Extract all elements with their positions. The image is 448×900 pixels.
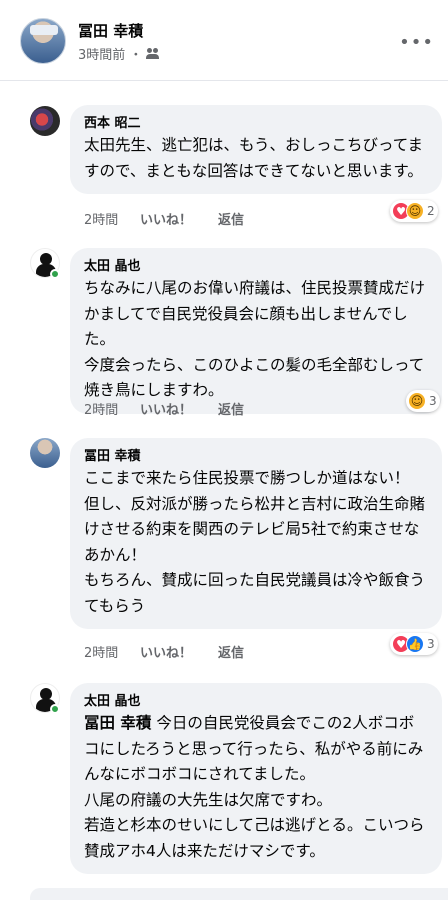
avatar[interactable]: [30, 106, 60, 136]
comment-bubble: 冨田 幸積 ここまで来たら住民投票で勝つしか道はない！ 但し、反対派が勝ったら松…: [70, 438, 442, 629]
like-button[interactable]: いいね！: [140, 399, 218, 418]
header-divider: [0, 80, 448, 81]
post-meta: 3時間前 ・: [78, 44, 160, 63]
reply-button[interactable]: 返信: [218, 642, 244, 661]
post-time[interactable]: 3時間前 ・: [78, 44, 142, 63]
comment-text: ちなみに八尾のお偉い府議は、住民投票賛成だけかましてで自民党役員会に顔も出しませ…: [84, 279, 426, 399]
commenter-name[interactable]: 太田 晶也: [84, 258, 428, 276]
comment-text: ここまで来たら住民投票で勝つしか道はない！ 但し、反対派が勝ったら松井と吉村に政…: [84, 469, 426, 615]
next-comment-preview: [30, 888, 448, 900]
post-header: 冨田 幸積 3時間前 ・ •••: [0, 0, 448, 80]
reaction-count: 3: [429, 394, 437, 408]
more-options-icon[interactable]: •••: [399, 32, 434, 53]
comment-time[interactable]: 2時間: [84, 642, 140, 661]
author-name[interactable]: 冨田 幸積: [78, 20, 143, 41]
comment-body: 今日の自民党役員会でこの2人ボコボコにしたろうと思って行ったら、私がやる前にみん…: [84, 714, 425, 860]
reaction-count: 3: [427, 637, 435, 651]
reply-button[interactable]: 返信: [218, 399, 244, 418]
like-button[interactable]: いいね！: [140, 642, 218, 661]
comment-text: 太田先生、逃亡犯は、もう、おしっこちびってますので、まともな回答はできてないと思…: [84, 136, 423, 180]
reactions-badge[interactable]: ♥ ☺ 2: [390, 200, 438, 222]
comment-actions: 2時間 いいね！ 返信: [84, 642, 244, 661]
comment-bubble: 太田 晶也 ちなみに八尾のお偉い府議は、住民投票賛成だけかましてで自民党役員会に…: [70, 248, 442, 414]
comment-time[interactable]: 2時間: [84, 209, 140, 228]
like-reaction-icon: 👍: [406, 635, 424, 653]
comment-actions: 2時間 いいね！ 返信: [84, 209, 244, 228]
author-avatar[interactable]: [20, 18, 66, 64]
haha-reaction-icon: ☺: [406, 202, 424, 220]
commenter-name[interactable]: 太田 晶也: [84, 693, 428, 711]
avatar[interactable]: [30, 438, 60, 468]
friends-icon: [146, 48, 160, 59]
comment-actions: 2時間 いいね！ 返信: [84, 399, 244, 418]
online-status-icon: [50, 704, 60, 714]
reactions-badge[interactable]: ♥ 👍 3: [390, 633, 438, 655]
online-status-icon: [50, 269, 60, 279]
reactions-badge[interactable]: ☺ 3: [406, 390, 440, 412]
comment-bubble: 西本 昭二 太田先生、逃亡犯は、もう、おしっこちびってますので、まともな回答はで…: [70, 105, 442, 194]
reaction-count: 2: [427, 204, 435, 218]
haha-reaction-icon: ☺: [408, 392, 426, 410]
comment-time[interactable]: 2時間: [84, 399, 140, 418]
commenter-name[interactable]: 西本 昭二: [84, 115, 428, 133]
mention-tag[interactable]: 冨田 幸積: [84, 714, 151, 732]
commenter-name[interactable]: 冨田 幸積: [84, 448, 428, 466]
like-button[interactable]: いいね！: [140, 209, 218, 228]
reply-button[interactable]: 返信: [218, 209, 244, 228]
comment-text: 冨田 幸積 今日の自民党役員会でこの2人ボコボコにしたろうと思って行ったら、私が…: [84, 711, 428, 864]
comment-bubble: 太田 晶也 冨田 幸積 今日の自民党役員会でこの2人ボコボコにしたろうと思って行…: [70, 683, 442, 874]
